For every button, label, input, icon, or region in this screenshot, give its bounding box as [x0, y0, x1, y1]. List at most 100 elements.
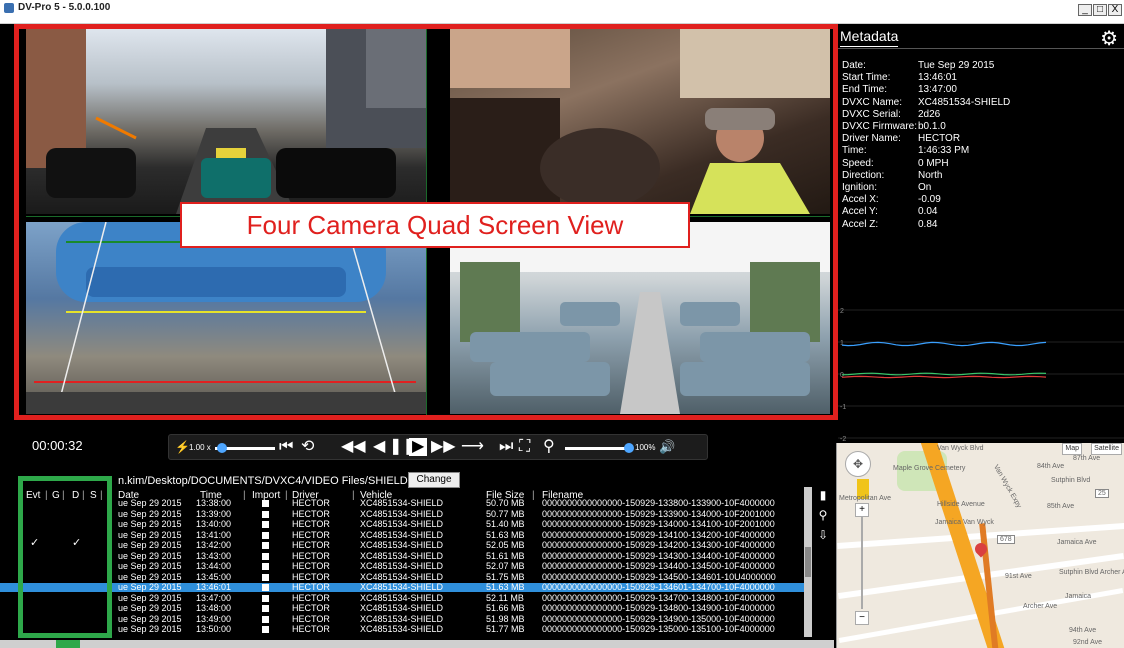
- volume-icon[interactable]: 🔊: [659, 438, 675, 456]
- rewind-icon[interactable]: ◀◀: [341, 438, 366, 456]
- table-row[interactable]: ue Sep 29 2015 13:49:00 HECTOR XC4851534-SH…: [0, 615, 804, 624]
- map-type-satellite-button[interactable]: Satellite: [1091, 443, 1122, 455]
- camera-4-cabin-view[interactable]: [450, 222, 830, 414]
- cell-time: 13:43:00: [196, 551, 232, 561]
- cell-date: ue Sep 29 2015: [118, 572, 182, 582]
- step-back-icon[interactable]: ◀: [373, 438, 385, 456]
- import-checkbox[interactable]: [262, 615, 269, 623]
- table-row[interactable]: ue Sep 29 2015 13:50:00 HECTOR XC4851534-SH…: [0, 625, 804, 634]
- table-row[interactable]: ue Sep 29 2015 13:47:00 HECTOR XC4851534-SH…: [0, 594, 804, 603]
- metadata-value: North: [918, 169, 943, 181]
- table-row[interactable]: ue Sep 29 2015 13:41:00 HECTOR XC4851534-SH…: [0, 531, 804, 540]
- table-row[interactable]: ue Sep 29 2015 13:43:00 HECTOR XC4851534-SH…: [0, 552, 804, 561]
- search-icon[interactable]: ⚲: [814, 508, 832, 528]
- metadata-value: 13:46:01: [918, 72, 957, 84]
- metadata-value: 1:46:33 PM: [918, 145, 970, 157]
- import-checkbox[interactable]: [262, 594, 269, 602]
- table-row[interactable]: ue Sep 29 2015 13:48:00 HECTOR XC4851534-SH…: [0, 604, 804, 613]
- file-list-scrollbar[interactable]: [804, 487, 812, 637]
- zoom-slider-knob[interactable]: [624, 443, 634, 453]
- playback-controls: ⚡ 1.00 x ⏮ ⟲ ◀◀ ◀ ❚❚ ▶ ▶▶ ⟶ ⏭ ⛶ ⚲ 100% 🔊: [168, 434, 708, 460]
- import-checkbox[interactable]: [262, 626, 269, 633]
- metadata-key: Speed:: [842, 157, 874, 169]
- horizontal-scrollbar[interactable]: [0, 640, 834, 648]
- metadata-value: 13:47:00: [918, 84, 957, 96]
- zoom-icon[interactable]: ⚲: [543, 438, 555, 456]
- map-label: Sutphin Blvd Archer Av JFK Airport: [1059, 569, 1124, 576]
- maximize-button[interactable]: □: [1093, 4, 1107, 16]
- cell-filename: 0000000000000000-150929-134500-134601-10…: [542, 572, 776, 582]
- import-checkbox[interactable]: [262, 542, 269, 549]
- import-checkbox[interactable]: [262, 573, 269, 581]
- metadata-key: Ignition:: [842, 182, 878, 193]
- loop-back-icon[interactable]: ⟲: [301, 438, 314, 456]
- gear-icon[interactable]: ⚙: [1100, 26, 1118, 51]
- graph-tick-label: 0: [840, 372, 844, 379]
- minimize-button[interactable]: _: [1078, 4, 1092, 16]
- route-shield: 25: [1095, 489, 1109, 498]
- metadata-key: Accel Z:: [842, 218, 879, 230]
- table-row[interactable]: ue Sep 29 2015 13:45:00 HECTOR XC4851534-SH…: [0, 573, 804, 582]
- cell-date: ue Sep 29 2015: [118, 551, 182, 561]
- play-button[interactable]: ▶: [409, 438, 428, 456]
- zoom-slider-track[interactable]: [565, 447, 629, 450]
- change-folder-button[interactable]: Change: [408, 472, 460, 488]
- loop-forward-icon[interactable]: ⟶: [461, 438, 484, 456]
- metadata-key: Accel Y:: [842, 206, 878, 218]
- fast-forward-icon[interactable]: ▶▶: [431, 438, 456, 456]
- scroll-thumb[interactable]: [805, 547, 811, 577]
- zoom-out-button[interactable]: −: [855, 611, 869, 625]
- timecode: 00:00:32: [32, 438, 83, 453]
- table-row[interactable]: ue Sep 29 2015 13:38:00 HECTOR XC4851534-SH…: [0, 499, 804, 508]
- import-checkbox[interactable]: [262, 584, 269, 591]
- playback-bar: 00:00:32 ⚡ 1.00 x ⏮ ⟲ ◀◀ ◀ ❚❚ ▶ ▶▶ ⟶ ⏭ ⛶…: [0, 424, 834, 470]
- table-row[interactable]: ue Sep 29 2015 13:46:01 HECTOR XC4851534-SH…: [0, 583, 804, 592]
- import-checkbox[interactable]: [262, 500, 269, 507]
- map-label: Jamaica: [1065, 593, 1092, 600]
- download-icon[interactable]: ⇩: [814, 528, 832, 548]
- cell-driver: HECTOR: [292, 604, 330, 613]
- camera-1-road-view[interactable]: [26, 28, 426, 214]
- graph-tick-label: -2: [840, 436, 846, 443]
- map-label: Jamaica Ave: [1057, 539, 1097, 546]
- window-controls: _ □ X: [1078, 4, 1122, 16]
- import-checkbox[interactable]: [262, 510, 269, 518]
- horizontal-scroll-thumb[interactable]: [56, 640, 80, 648]
- import-checkbox[interactable]: [262, 552, 269, 560]
- import-checkbox[interactable]: [262, 521, 269, 528]
- map-type-map-button[interactable]: Map: [1062, 443, 1082, 455]
- map-pan-control-icon[interactable]: ✥: [845, 451, 871, 477]
- close-button[interactable]: X: [1108, 4, 1122, 16]
- import-checkbox[interactable]: [262, 563, 269, 570]
- zoom-in-button[interactable]: +: [855, 503, 869, 517]
- table-row[interactable]: ue Sep 29 2015 13:42:00 HECTOR XC4851534-SH…: [0, 541, 804, 550]
- import-checkbox[interactable]: [262, 531, 269, 539]
- cell-vehicle: XC4851534-SHIELD: [360, 614, 444, 624]
- table-row[interactable]: ue Sep 29 2015 13:39:00 HECTOR XC4851534-SH…: [0, 510, 804, 519]
- speed-slider-knob[interactable]: [217, 443, 228, 453]
- cell-size: 50.77 MB: [486, 509, 525, 519]
- location-map[interactable]: Map Satellite ✥ + − Van Wyck Blvd Maple G…: [836, 443, 1124, 648]
- skip-to-start-icon[interactable]: ⏮: [279, 438, 293, 456]
- metadata-value: On: [918, 182, 932, 193]
- cell-filename: 0000000000000000-150929-134700-134800-10…: [542, 593, 775, 603]
- sd-card-icon[interactable]: ▮: [814, 488, 832, 508]
- fullscreen-icon[interactable]: ⛶: [519, 438, 530, 456]
- table-row[interactable]: ue Sep 29 2015 13:40:00 HECTOR XC4851534-SH…: [0, 520, 804, 529]
- cell-driver: HECTOR: [292, 530, 330, 540]
- table-row[interactable]: ue Sep 29 2015 13:44:00 HECTOR XC4851534-SH…: [0, 562, 804, 571]
- import-checkbox[interactable]: [262, 605, 269, 612]
- camera-3-rear-view[interactable]: [26, 222, 426, 414]
- skip-to-end-icon[interactable]: ⏭: [499, 438, 513, 456]
- cell-vehicle: XC4851534-SHIELD: [360, 625, 444, 634]
- camera-2-driver-view[interactable]: [450, 28, 830, 214]
- zoom-slider-track[interactable]: [861, 517, 863, 609]
- cell-driver: HECTOR: [292, 520, 330, 529]
- cell-vehicle: XC4851534-SHIELD: [360, 530, 444, 540]
- cell-date: ue Sep 29 2015: [118, 593, 182, 603]
- cell-date: ue Sep 29 2015: [118, 614, 182, 624]
- cell-filename: 0000000000000000-150929-134300-134400-10…: [542, 551, 775, 561]
- cell-driver: HECTOR: [292, 551, 330, 561]
- event-check-icon: ✓: [72, 537, 82, 549]
- cell-time: 13:40:00: [196, 520, 232, 529]
